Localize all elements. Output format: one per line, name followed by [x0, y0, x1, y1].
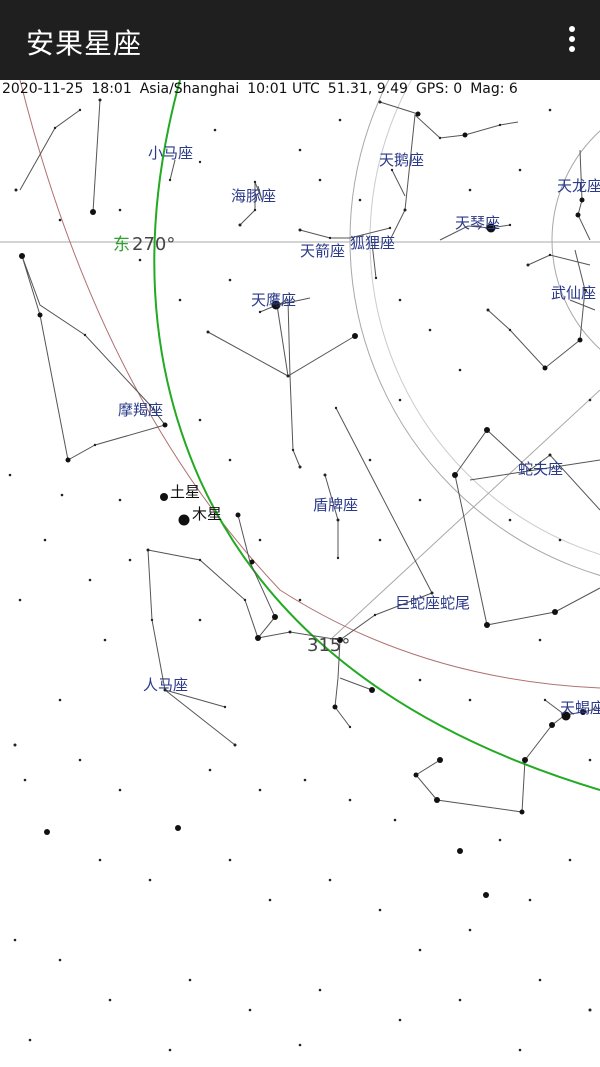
horizon-degree-315: 315°: [307, 635, 350, 656]
constellation-label-equuleus: 小马座: [148, 144, 193, 162]
status-utc: 10:01 UTC: [247, 81, 320, 97]
app-bar: 安果星座: [0, 0, 600, 80]
constellation-label-sagitta: 天箭座: [300, 242, 345, 260]
ecliptic-line: [19, 80, 600, 689]
constellation-label-scorpius: 天蝎座: [560, 699, 600, 717]
horizon-east-label: 东: [113, 235, 130, 255]
horizon-line: [153, 80, 600, 791]
status-mag: Mag: 6: [470, 81, 518, 97]
app-title: 安果星座: [26, 27, 143, 60]
sky-map[interactable]: 小马座 海豚座 天箭座 狐狸座 天鹅座 天琴座 天龙座 武仙座 天鹰座 摩羯座 …: [0, 80, 600, 1067]
status-timezone: Asia/Shanghai: [139, 81, 240, 97]
constellation-label-sagittarius: 人马座: [143, 676, 188, 694]
constellation-label-cygnus: 天鹅座: [379, 151, 424, 169]
planet-label-saturn: 土星: [170, 483, 200, 501]
constellation-label-hercules: 武仙座: [551, 284, 596, 302]
horizon-east-degree: 270°: [132, 234, 175, 255]
status-time: 18:01: [91, 81, 132, 97]
constellation-lines: [19, 99, 600, 813]
bright-stars: [19, 111, 586, 898]
constellation-label-aquila: 天鹰座: [251, 291, 296, 309]
status-coords: 51.31, 9.49: [327, 81, 408, 97]
constellation-label-delphinus: 海豚座: [231, 187, 276, 205]
constellation-label-capricornus: 摩羯座: [118, 401, 163, 419]
constellation-label-ophiuchus: 蛇夫座: [518, 460, 563, 478]
planet-label-jupiter: 木星: [192, 505, 222, 523]
status-gps: GPS: 0: [415, 81, 463, 97]
constellation-label-draco: 天龙座: [557, 177, 600, 195]
constellation-label-serpens-cauda: 巨蛇座蛇尾: [395, 594, 470, 612]
status-line: 2020-11-25 18:01 Asia/Shanghai 10:01 UTC 51.…: [2, 81, 526, 97]
overflow-menu-icon[interactable]: [564, 26, 580, 56]
constellation-label-lyra: 天琴座: [455, 214, 500, 232]
status-date: 2020-11-25: [2, 81, 84, 97]
constellation-label-vulpecula: 狐狸座: [350, 234, 395, 252]
constellation-label-scutum: 盾牌座: [313, 496, 358, 514]
